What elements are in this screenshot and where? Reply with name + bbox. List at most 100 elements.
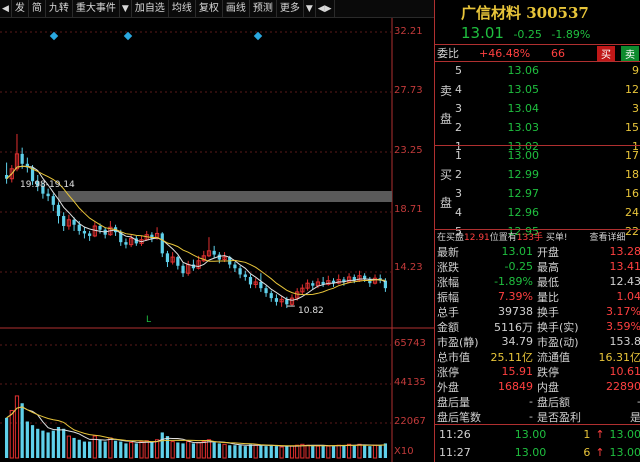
notice-detail-link[interactable]: 查看详细 [589, 233, 625, 243]
scroll-left-icon[interactable]: ◀ [0, 0, 12, 18]
trade-row: 11:26 13.00 1 ↑ 13.00 [435, 425, 640, 443]
stat-label: 盘后笔数 [437, 410, 481, 424]
trade-price: 13.00 [609, 445, 640, 459]
notice-qty: 133手 [516, 233, 543, 243]
bid-row[interactable]: 1 13.00 17 [455, 146, 640, 165]
volume-bar [264, 446, 268, 458]
trade-time: 11:27 [439, 445, 471, 459]
collapse-icon[interactable]: ◀▶ [316, 0, 335, 18]
volume-bar [342, 445, 346, 458]
ask-price: 13.03 [507, 121, 540, 134]
stats-row: 盘后量 -盘后额- [437, 394, 640, 409]
bid-row[interactable]: 3 12.97 16 [455, 184, 640, 203]
volume-bar [154, 439, 160, 459]
price-axis-label: 18.71 [394, 204, 423, 215]
volume-bar [165, 436, 170, 458]
stats-row: 总手 39738 换手 3.17% [437, 304, 640, 319]
event-marker-icon [253, 31, 263, 41]
bid-level: 3 [455, 187, 462, 200]
buy-side-label: 盘 [439, 196, 452, 210]
volume-bar [62, 428, 66, 458]
stat-label: 最低 [537, 275, 559, 289]
stats-row: 市盈(静) 34.79 市盈(动) 153.8 [437, 334, 640, 349]
volume-bar [321, 445, 325, 458]
trade-ticks: 11:26 13.00 1 ↑ 13.00 11:27 13.00 6 ↑ 13.00 [435, 424, 640, 461]
price-change: -0.25 [513, 28, 542, 41]
volume-bar [368, 446, 372, 458]
volume-bar [372, 444, 378, 459]
volume-bar [98, 439, 102, 458]
toolbar-more[interactable]: 更多 [277, 0, 304, 18]
volume-bar [113, 440, 118, 458]
stat-label: 总市值 [437, 350, 470, 364]
trade-time: 11:26 [439, 427, 471, 441]
volume-bar [352, 445, 356, 458]
candle-body [311, 283, 315, 286]
volume-bar [134, 443, 138, 458]
stat-value: 10.61 [609, 365, 640, 378]
toolbar-major-events[interactable]: 重大事件 [73, 0, 120, 18]
volume-bar [129, 441, 134, 459]
kline-chart[interactable]: 32.21 27.73 23.25 18.71 14.23 65743 4413… [0, 18, 434, 462]
volume-bar [233, 445, 237, 458]
ask-price: 13.06 [507, 64, 540, 77]
volume-bar [46, 432, 50, 458]
stats-row: 总市值 25.11亿 流通值 16.31亿 [437, 349, 640, 364]
volume-bar [14, 395, 20, 459]
toolbar-predict[interactable]: 预测 [250, 0, 277, 18]
toolbar-ma[interactable]: 均线 [169, 0, 196, 18]
chart-canvas[interactable] [0, 18, 434, 462]
bid-volume: 16 [625, 187, 639, 200]
volume-bar [25, 421, 29, 458]
volume-bar [20, 403, 24, 458]
volume-bar [285, 446, 289, 458]
volume-axis-label: 22067 [394, 416, 426, 427]
stats-row: 涨跌 -0.25 最高 13.41 [437, 259, 640, 274]
volume-bar [305, 444, 310, 459]
candle-body [181, 265, 185, 274]
volume-axis-label: 65743 [394, 338, 426, 349]
large-order-notice[interactable]: 在买盘12.91位置有133手 买单! 查看详细 [437, 230, 640, 243]
stat-value: 13.01 [501, 245, 534, 258]
volume-bar [77, 439, 81, 458]
toolbar-draw[interactable]: 画线 [223, 0, 250, 18]
range-annotation: 19.98-19.14 [20, 180, 75, 190]
notice-price: 12.91 [464, 233, 490, 243]
bid-row[interactable]: 4 12.96 24 [455, 203, 640, 222]
toolbar-jiuzhuan[interactable]: 九转 [46, 0, 73, 18]
toolbar-adjust[interactable]: 复权 [196, 0, 223, 18]
volume-bar [191, 443, 196, 458]
buy-button[interactable]: 买 [597, 45, 615, 61]
stat-label: 换手(实) [537, 320, 579, 334]
candle-body [285, 299, 289, 305]
toolbar-fa[interactable]: 发 [12, 0, 29, 18]
stat-label: 市盈(静) [437, 335, 479, 349]
toolbar-add-watchlist[interactable]: 加自选 [132, 0, 169, 18]
bid-price: 12.99 [507, 168, 540, 181]
volume-bar [238, 445, 242, 458]
order-ratio-row: 委比 +46.48% 66 买 卖 [435, 44, 640, 62]
stat-label: 换手 [537, 305, 559, 319]
range-band [58, 191, 392, 202]
ask-row[interactable]: 4 13.05 12 [455, 80, 640, 99]
bid-row[interactable]: 2 12.99 18 [455, 165, 640, 184]
sell-button[interactable]: 卖 [621, 45, 639, 61]
stat-label: 最新 [437, 245, 459, 259]
ask-row[interactable]: 3 13.04 3 [455, 99, 640, 118]
volume-bar [311, 445, 315, 458]
events-dropdown-icon[interactable]: ▼ [120, 0, 132, 18]
more-dropdown-icon[interactable]: ▼ [304, 0, 316, 18]
stats-row: 外盘 16849 内盘 22890 [437, 379, 640, 394]
toolbar-jian[interactable]: 简 [29, 0, 46, 18]
candle-body [82, 230, 87, 234]
volume-bar [259, 445, 263, 458]
ask-row[interactable]: 2 13.03 15 [455, 118, 640, 137]
stat-label: 涨幅 [437, 275, 459, 289]
candle-body [46, 193, 50, 197]
ask-row[interactable]: 5 13.06 9 [455, 61, 640, 80]
volume-bar [269, 445, 273, 458]
ask-level: 3 [455, 102, 462, 115]
volume-bar [315, 445, 321, 459]
stat-value: 12.43 [609, 275, 640, 288]
current-price: 13.01 [461, 24, 504, 42]
